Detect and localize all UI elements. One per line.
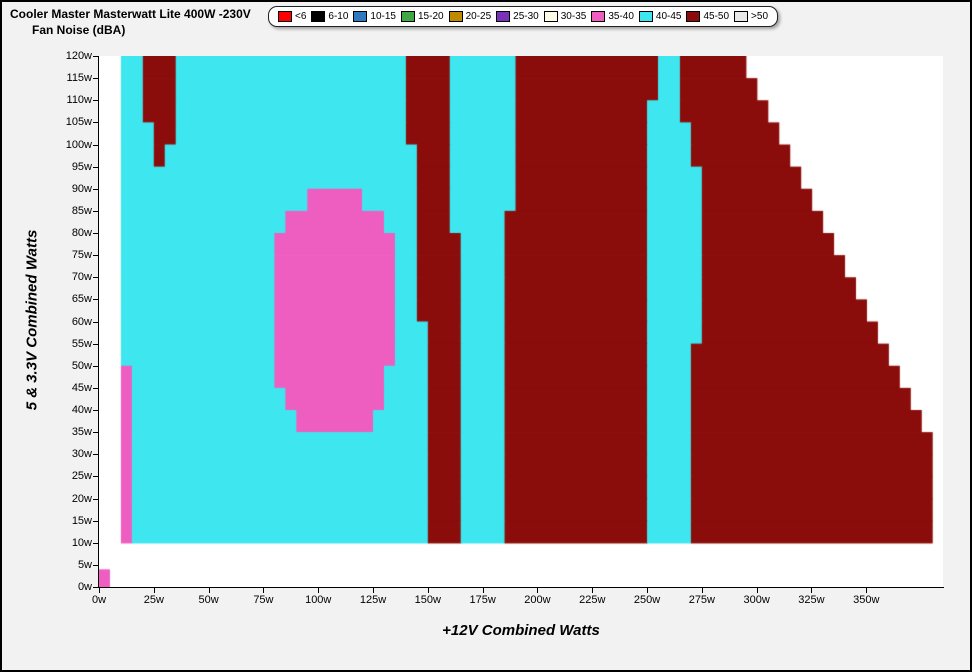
y-tick-label: 100w — [52, 139, 92, 151]
y-tick-mark — [93, 476, 98, 477]
y-tick-mark — [93, 122, 98, 123]
y-tick-label: 90w — [52, 183, 92, 195]
x-tick-label: 150w — [415, 594, 441, 606]
x-tick-mark — [647, 588, 648, 593]
y-tick-label: 110w — [52, 94, 92, 106]
y-tick-label: 115w — [52, 72, 92, 84]
x-tick-mark — [373, 588, 374, 593]
x-tick-label: 25w — [144, 594, 164, 606]
x-axis-title: +12V Combined Watts — [442, 622, 600, 639]
x-tick-mark — [866, 588, 867, 593]
y-tick-mark — [93, 565, 98, 566]
y-tick-mark — [93, 521, 98, 522]
x-tick-mark — [592, 588, 593, 593]
y-tick-mark — [93, 366, 98, 367]
y-axis-line — [98, 56, 99, 588]
x-tick-label: 175w — [469, 594, 495, 606]
y-tick-mark — [93, 587, 98, 588]
y-tick-mark — [93, 410, 98, 411]
y-tick-mark — [93, 167, 98, 168]
y-tick-mark — [93, 211, 98, 212]
x-tick-mark — [263, 588, 264, 593]
y-tick-mark — [93, 543, 98, 544]
y-axis-title: 5 & 3.3V Combined Watts — [24, 230, 41, 411]
y-tick-label: 120w — [52, 50, 92, 62]
y-tick-mark — [93, 344, 98, 345]
x-tick-mark — [811, 588, 812, 593]
y-tick-label: 60w — [52, 316, 92, 328]
y-tick-mark — [93, 145, 98, 146]
y-tick-mark — [93, 454, 98, 455]
y-tick-label: 35w — [52, 426, 92, 438]
y-tick-label: 40w — [52, 404, 92, 416]
y-tick-mark — [93, 277, 98, 278]
y-tick-label: 0w — [52, 581, 92, 593]
y-tick-mark — [93, 499, 98, 500]
y-tick-label: 25w — [52, 470, 92, 482]
y-tick-label: 65w — [52, 293, 92, 305]
y-tick-mark — [93, 255, 98, 256]
y-tick-mark — [93, 189, 98, 190]
x-tick-label: 350w — [853, 594, 879, 606]
y-tick-mark — [93, 56, 98, 57]
y-tick-label: 95w — [52, 161, 92, 173]
x-tick-label: 100w — [305, 594, 331, 606]
y-tick-label: 50w — [52, 360, 92, 372]
y-tick-label: 70w — [52, 271, 92, 283]
x-tick-label: 0w — [92, 594, 106, 606]
heatmap-canvas — [99, 56, 943, 587]
x-tick-label: 75w — [253, 594, 273, 606]
y-tick-label: 85w — [52, 205, 92, 217]
y-tick-mark — [93, 388, 98, 389]
y-tick-mark — [93, 299, 98, 300]
y-tick-label: 75w — [52, 249, 92, 261]
x-tick-label: 200w — [524, 594, 550, 606]
x-tick-mark — [209, 588, 210, 593]
y-tick-mark — [93, 322, 98, 323]
x-tick-mark — [99, 588, 100, 593]
x-tick-mark — [702, 588, 703, 593]
y-tick-mark — [93, 233, 98, 234]
y-tick-mark — [93, 78, 98, 79]
y-tick-label: 45w — [52, 382, 92, 394]
x-tick-label: 50w — [199, 594, 219, 606]
y-tick-mark — [93, 100, 98, 101]
fan-noise-heatmap-page: Cooler Master Masterwatt Lite 400W -230V… — [0, 0, 972, 672]
x-tick-label: 225w — [579, 594, 605, 606]
y-tick-label: 10w — [52, 537, 92, 549]
y-tick-label: 30w — [52, 448, 92, 460]
x-axis-line — [98, 587, 944, 588]
x-tick-label: 250w — [634, 594, 660, 606]
x-tick-mark — [483, 588, 484, 593]
y-tick-label: 20w — [52, 493, 92, 505]
y-tick-mark — [93, 432, 98, 433]
x-tick-mark — [428, 588, 429, 593]
y-tick-label: 105w — [52, 116, 92, 128]
plot-area: 5 & 3.3V Combined Watts +12V Combined Wa… — [2, 2, 972, 672]
x-tick-label: 125w — [360, 594, 386, 606]
y-tick-label: 80w — [52, 227, 92, 239]
x-tick-mark — [757, 588, 758, 593]
x-tick-label: 300w — [744, 594, 770, 606]
x-tick-label: 275w — [689, 594, 715, 606]
x-tick-label: 325w — [798, 594, 824, 606]
y-tick-label: 55w — [52, 338, 92, 350]
x-tick-mark — [537, 588, 538, 593]
x-tick-mark — [154, 588, 155, 593]
y-tick-label: 5w — [52, 559, 92, 571]
y-tick-label: 15w — [52, 515, 92, 527]
x-tick-mark — [318, 588, 319, 593]
